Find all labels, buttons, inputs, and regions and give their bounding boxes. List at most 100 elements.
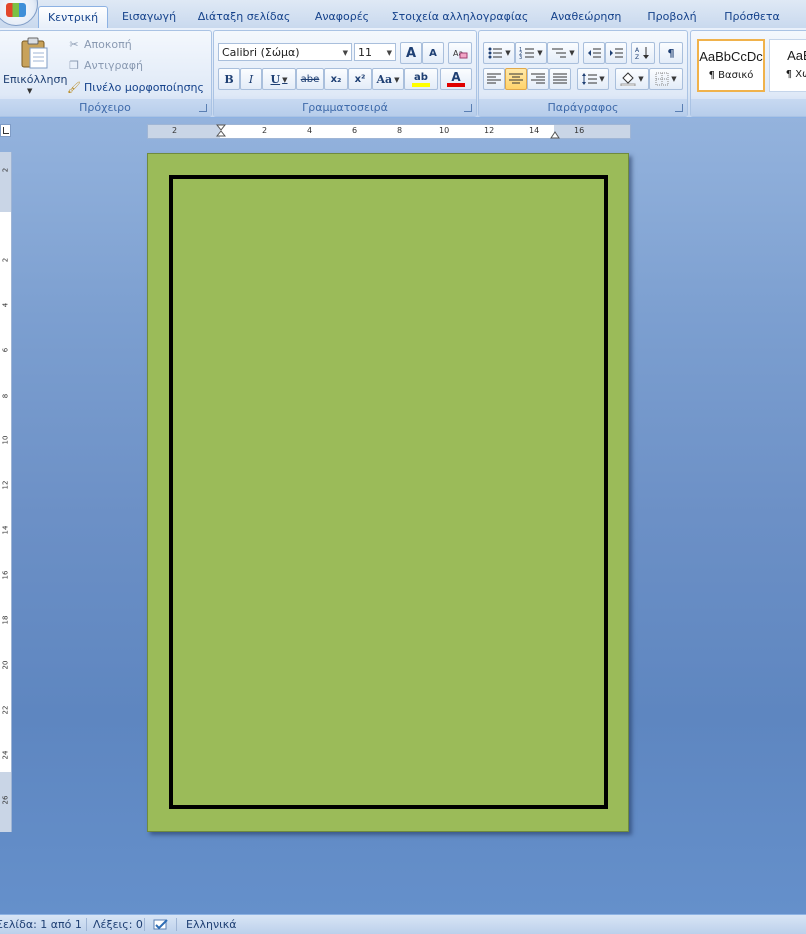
paint-bucket-icon xyxy=(620,72,636,86)
page-count-status[interactable]: Σελίδα: 1 από 1 xyxy=(0,915,82,934)
office-button[interactable] xyxy=(0,0,38,26)
ruler-number: 10 xyxy=(1,435,10,445)
style-name: ¶ Βασικό xyxy=(708,70,754,81)
style-tile-no-spacing[interactable]: AaBb ¶ Χωρί xyxy=(769,39,806,92)
tab-selector-button[interactable] xyxy=(0,124,11,137)
increase-indent-button[interactable] xyxy=(605,42,627,64)
justify-button[interactable] xyxy=(549,68,571,90)
align-center-button[interactable] xyxy=(505,68,527,90)
bullet-list-icon xyxy=(488,47,503,59)
ruler-number: 6 xyxy=(352,126,358,135)
style-sample: AaBbCcDc xyxy=(699,49,763,64)
chevron-down-icon: ▼ xyxy=(386,49,392,57)
bold-icon: B xyxy=(224,72,234,86)
ruler-number: 2 xyxy=(1,257,10,263)
align-left-button[interactable] xyxy=(483,68,505,90)
ruler-number: 26 xyxy=(1,795,10,805)
align-right-icon xyxy=(531,73,545,84)
clipboard-group: Επικόλληση ▼ ✂ Αποκοπή ❐ Αντιγραφή 🖌 Πινέλο… xyxy=(0,30,212,117)
highlight-color-button[interactable]: ab xyxy=(404,68,438,90)
status-divider xyxy=(144,918,145,931)
tab-home[interactable]: Κεντρική xyxy=(38,6,108,29)
ribbon-tab-row: Κεντρική Εισαγωγή Διάταξη σελίδας Αναφορ… xyxy=(0,0,806,29)
tab-review[interactable]: Αναθεώρηση xyxy=(542,6,630,27)
status-divider xyxy=(176,918,177,931)
copy-button[interactable]: ❐ Αντιγραφή xyxy=(67,57,143,75)
align-right-button[interactable] xyxy=(527,68,549,90)
chevron-down-icon: ▼ xyxy=(505,49,511,57)
chevron-down-icon: ▼ xyxy=(282,74,288,84)
clipboard-paste-icon xyxy=(21,37,48,69)
chevron-down-icon: ▼ xyxy=(27,87,33,95)
superscript-icon: x² xyxy=(354,73,366,85)
ruler-number: 8 xyxy=(397,126,403,135)
strikethrough-button[interactable]: abe xyxy=(296,68,324,90)
numbering-button[interactable]: 123 ▼ xyxy=(515,42,547,64)
font-size-select[interactable]: 11 ▼ xyxy=(354,43,396,61)
paste-button[interactable]: Επικόλληση ▼ xyxy=(1,33,67,95)
horizontal-ruler[interactable]: 2 2 4 6 8 10 12 14 16 xyxy=(147,124,631,139)
bold-button[interactable]: B xyxy=(218,68,240,90)
shrink-font-button[interactable]: A xyxy=(422,42,444,64)
font-dialog-launcher[interactable] xyxy=(464,104,472,112)
language-status[interactable]: Ελληνικά xyxy=(186,915,237,934)
tab-insert[interactable]: Εισαγωγή xyxy=(112,6,186,27)
highlight-color-swatch xyxy=(412,82,430,87)
bullets-button[interactable]: ▼ xyxy=(483,42,515,64)
svg-text:A: A xyxy=(635,47,640,54)
underline-button[interactable]: U ▼ xyxy=(262,68,296,90)
ruler-number: 2 xyxy=(1,167,10,173)
grow-font-icon: A xyxy=(405,45,417,61)
paragraph-group-label: Παράγραφος xyxy=(479,99,687,116)
cut-button[interactable]: ✂ Αποκοπή xyxy=(67,36,131,54)
sort-az-icon: AZ xyxy=(635,47,649,60)
underline-icon: U xyxy=(270,72,281,86)
styles-group-label xyxy=(691,99,806,116)
tab-add-ins[interactable]: Πρόσθετα xyxy=(716,6,788,27)
font-name-select[interactable]: Calibri (Σώμα) ▼ xyxy=(218,43,352,61)
spellcheck-icon xyxy=(153,919,168,930)
paragraph-group: ▼ 123 ▼ ▼ AZ ¶ ▼ ▼ ▼ Παράγραφος xyxy=(478,30,688,117)
proofing-status-button[interactable] xyxy=(152,915,170,934)
subscript-button[interactable]: x₂ xyxy=(324,68,348,90)
right-indent-marker-icon[interactable] xyxy=(550,131,560,139)
borders-button[interactable]: ▼ xyxy=(649,68,683,90)
indent-marker-icon[interactable] xyxy=(216,124,226,138)
tab-mailings[interactable]: Στοιχεία αλληλογραφίας xyxy=(388,6,532,27)
line-spacing-button[interactable]: ▼ xyxy=(577,68,609,90)
format-painter-button[interactable]: 🖌 Πινέλο μορφοποίησης xyxy=(67,79,204,97)
decrease-indent-button[interactable] xyxy=(583,42,605,64)
paragraph-dialog-launcher[interactable] xyxy=(675,104,683,112)
ruler-number: 14 xyxy=(529,126,540,135)
chevron-down-icon: ▼ xyxy=(599,75,605,83)
ruler-margin-right xyxy=(554,125,630,138)
copy-icon: ❐ xyxy=(69,59,79,72)
show-formatting-button[interactable]: ¶ xyxy=(659,42,683,64)
superscript-button[interactable]: x² xyxy=(348,68,372,90)
font-size-value: 11 xyxy=(358,46,372,59)
word-count-status[interactable]: Λέξεις: 0 xyxy=(93,915,143,934)
italic-button[interactable]: I xyxy=(240,68,262,90)
change-case-button[interactable]: Aa ▼ xyxy=(372,68,404,90)
font-color-swatch xyxy=(447,83,465,87)
tab-references[interactable]: Αναφορές xyxy=(306,6,378,27)
tab-page-layout[interactable]: Διάταξη σελίδας xyxy=(194,6,294,27)
sort-button[interactable]: AZ xyxy=(631,42,655,64)
style-tile-normal[interactable]: AaBbCcDc ¶ Βασικό xyxy=(697,39,765,92)
ruler-number: 16 xyxy=(574,126,585,135)
vertical-ruler[interactable]: 2 2 4 6 8 10 12 14 16 18 20 22 24 26 xyxy=(0,152,12,832)
align-center-icon xyxy=(509,73,523,84)
clear-formatting-button[interactable]: Aa xyxy=(448,42,472,64)
multilevel-list-button[interactable]: ▼ xyxy=(547,42,579,64)
svg-text:3: 3 xyxy=(519,55,522,60)
font-color-button[interactable]: A xyxy=(440,68,472,90)
style-sample: AaBb xyxy=(787,48,806,63)
document-page[interactable] xyxy=(147,153,629,832)
clipboard-dialog-launcher[interactable] xyxy=(199,104,207,112)
decrease-indent-icon xyxy=(588,48,601,58)
ribbon: Επικόλληση ▼ ✂ Αποκοπή ❐ Αντιγραφή 🖌 Πινέλο… xyxy=(0,28,806,118)
tab-view[interactable]: Προβολή xyxy=(640,6,704,27)
shading-button[interactable]: ▼ xyxy=(615,68,649,90)
grow-font-button[interactable]: A xyxy=(400,42,422,64)
chevron-down-icon: ▼ xyxy=(671,75,677,83)
